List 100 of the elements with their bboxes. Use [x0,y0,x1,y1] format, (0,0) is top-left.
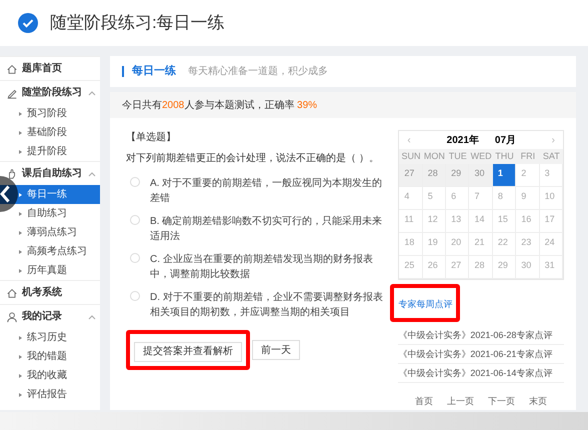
calendar-day[interactable]: 21 [469,233,493,256]
calendar-day[interactable]: 6 [446,187,470,210]
calendar-day[interactable]: 27 [446,256,470,279]
sidebar-section[interactable]: 随堂阶段练习 [0,80,100,104]
calendar-day[interactable]: 3 [540,164,563,187]
review-link[interactable]: 《中级会计实务》2021-06-21专家点评 [398,345,564,364]
radio-button[interactable] [130,253,140,263]
calendar-day[interactable]: 16 [516,210,540,233]
highlight-box [390,284,460,322]
calendar-day[interactable]: 14 [469,210,493,233]
calendar-day[interactable]: 8 [492,187,516,210]
sidebar-item[interactable]: 每日一练 [0,185,100,204]
pager-link[interactable]: 首页 [415,395,434,408]
pager-link[interactable]: 末页 [529,395,548,408]
calendar-day[interactable]: 18 [399,233,423,256]
bullet-icon [19,374,22,378]
calendar-day[interactable]: 28 [422,164,446,187]
home-icon [6,286,18,298]
calendar-day[interactable]: 13 [446,210,470,233]
calendar-day[interactable]: 30 [469,164,493,187]
sidebar-section[interactable]: 题库首页 [0,56,100,80]
radio-button[interactable] [130,215,140,225]
calendar-day[interactable]: 25 [399,256,423,279]
bullet-icon [19,392,22,396]
sidebar-item[interactable]: 历年真题 [0,261,100,280]
bullet-icon [19,250,22,254]
hand-icon [6,168,18,180]
calendar-day[interactable]: 23 [516,233,540,256]
sidebar-section[interactable]: 我的记录 [0,304,100,328]
calendar-day[interactable]: 10 [540,187,563,210]
calendar-day[interactable]: 9 [516,187,540,210]
sidebar-item[interactable]: 我的错题 [0,347,100,366]
previous-day-button[interactable]: 前一天 [252,340,300,360]
bullet-icon [19,192,22,196]
home-icon [6,62,18,74]
bullet-icon [19,354,22,358]
weekday-label: SUN [400,150,422,163]
bullet-icon [19,268,22,272]
panel-subtitle: 每天精心准备一道题，积少成多 [188,64,328,79]
calendar-day[interactable]: 26 [422,256,446,279]
sidebar-section[interactable]: 机考系统 [0,280,100,304]
sidebar-item[interactable]: 薄弱点练习 [0,223,100,242]
weekday-label: THU [494,150,515,163]
calendar-day[interactable]: 19 [422,233,446,256]
option-text: D. 对于不重要的前期差错，企业不需要调整财务报表相关项目的期初数，并应调整当期的相关项目 [150,290,384,320]
sidebar-item[interactable]: 我的收藏 [0,366,100,385]
chevron-up-icon [88,314,96,320]
pager-link[interactable]: 上一页 [447,395,474,408]
option-text: B. 确定前期差错影响数不切实可行的，只能采用未来适用法 [150,214,384,244]
next-month-button[interactable]: › [552,132,555,148]
user-icon [6,310,18,322]
expert-review-link[interactable]: 专家每周点评 [398,299,452,309]
weekday-label: MON [422,150,446,163]
sidebar-item[interactable]: 预习阶段 [0,104,100,123]
calendar-year: 2021年 [446,134,479,148]
calendar-day[interactable]: 17 [540,210,563,233]
bullet-icon [19,230,22,234]
calendar-day[interactable]: 2 [516,164,540,187]
review-link[interactable]: 《中级会计实务》2021-06-28专家点评 [398,326,564,345]
bullet-icon [19,130,22,134]
sidebar-item[interactable]: 练习历史 [0,328,100,347]
chevron-up-icon [88,170,96,176]
calendar-day[interactable]: 12 [422,210,446,233]
previous-month-button[interactable]: ‹ [407,132,411,148]
calendar-day[interactable]: 5 [422,187,446,210]
weekday-label: WED [470,150,493,163]
sidebar-item[interactable]: 基础阶段 [0,123,100,142]
sidebar-item[interactable]: 评估报告 [0,385,100,404]
question-text: 对下列前期差错更正的会计处理，说法不正确的是（ ）。 [126,152,380,166]
calendar-month: 07月 [494,134,516,148]
calendar-day[interactable]: 31 [540,256,563,279]
page-title: 随堂阶段练习:每日一练 [50,12,225,34]
calendar-day[interactable]: 29 [446,164,470,187]
sidebar-item[interactable]: 自助练习 [0,204,100,223]
calendar-day[interactable]: 29 [492,256,516,279]
radio-button[interactable] [130,291,140,301]
weekday-label: TUE [448,150,468,163]
calendar-day[interactable]: 20 [446,233,470,256]
calendar-day[interactable]: 27 [399,164,423,187]
sidebar-item[interactable]: 高频考点练习 [0,242,100,261]
bullet-icon [19,150,22,154]
calendar-day[interactable]: 15 [492,210,516,233]
calendar-day[interactable]: 28 [469,256,493,279]
calendar-day[interactable]: 24 [540,233,563,256]
calendar-day[interactable]: 4 [399,187,423,210]
review-link[interactable]: 《中级会计实务》2021-06-14专家点评 [398,364,564,383]
calendar-day[interactable]: 1 [492,164,516,187]
weekday-label: SAT [542,150,561,163]
pager-link[interactable]: 下一页 [488,395,516,408]
sidebar-item[interactable]: 提升阶段 [0,142,100,161]
submit-button[interactable]: 提交答案并查看解析 [134,342,242,362]
stats-text: 今日共有2008人参与本题测试，正确率 39% [122,98,318,112]
calendar-day[interactable]: 7 [469,187,493,210]
radio-button[interactable] [130,177,140,187]
bullet-icon [19,336,22,340]
calendar-day[interactable]: 11 [399,210,423,233]
calendar-day[interactable]: 30 [516,256,540,279]
check-circle-icon [18,13,38,33]
option-text: C. 企业应当在重要的前期差错发现当期的财务报表中，调整前期比较数据 [150,252,374,282]
calendar-day[interactable]: 22 [492,233,516,256]
